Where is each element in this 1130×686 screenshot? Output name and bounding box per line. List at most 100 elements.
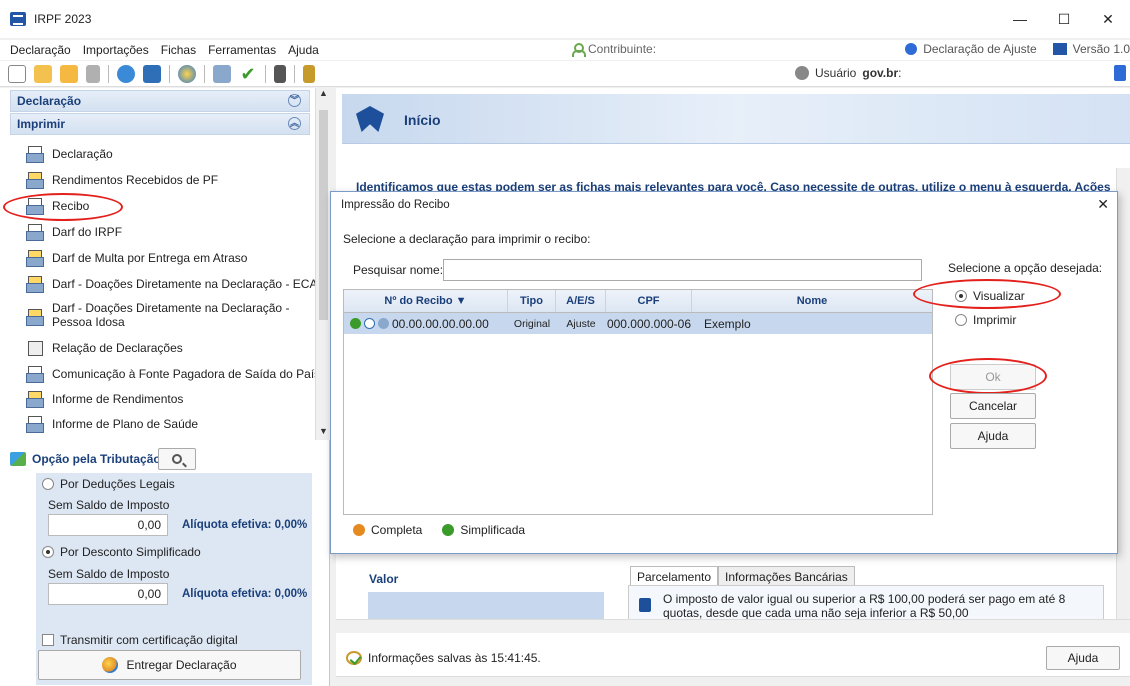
open-folder-icon[interactable] [34,64,52,83]
entregar-declaracao-button[interactable]: Entregar Declaração [38,650,301,680]
radio-desconto-simplificado[interactable]: Por Desconto Simplificado [42,545,201,559]
recibo-number: 00.00.00.00.00.00 [392,316,489,331]
menu-declaracao[interactable]: Declaração [10,43,71,57]
menu-fichas[interactable]: Fichas [161,43,196,57]
sidebar-item-comunicacao[interactable]: Comunicação à Fonte Pagadora de Saída do… [26,366,321,383]
cert-checkbox[interactable]: Transmitir com certificação digital [42,633,238,647]
saldo-label-2: Sem Saldo de Imposto [48,567,170,581]
tributacao-search-button[interactable] [158,448,196,470]
close-window-button[interactable]: ✕ [1086,0,1130,38]
printer-icon [26,276,44,293]
valor-box [368,592,604,622]
check-icon[interactable]: ✔ [239,65,257,83]
version-icon [1052,43,1067,55]
usuario-prefix: Usuário [815,66,857,80]
radio-deducoes-legais[interactable]: Por Deduções Legais [42,477,175,491]
chevron-up-icon[interactable]: ︽ [288,117,301,130]
scroll-thumb[interactable] [319,110,328,320]
cell-tipo: Original [513,317,551,330]
printer-icon [26,250,44,267]
declaration-info: Declaração de Ajuste Versão 1.0 [905,42,1130,56]
main-hscrollbar[interactable] [336,619,1130,633]
transmit-icon[interactable] [178,64,196,83]
scroll-up-icon[interactable]: ▲ [316,88,331,102]
toolbar-separator [294,64,295,83]
document-icon [26,340,44,356]
sidebar-item-declaracao[interactable]: Declaração [26,146,113,163]
sidebar-item-darf-irpf[interactable]: Darf do IRPF [26,224,123,241]
radio-imprimir[interactable]: Imprimir [955,313,1016,327]
help-book-icon[interactable] [303,64,315,83]
scroll-down-icon[interactable]: ▼ [316,426,331,440]
download-icon[interactable] [143,64,161,83]
ajuda-button[interactable]: Ajuda [1046,646,1120,670]
col-nome[interactable]: Nome [692,290,932,312]
menu-importacoes[interactable]: Importações [83,43,149,57]
bottom-hscrollbar[interactable] [336,676,1130,686]
radio-circle-selected[interactable] [42,546,54,558]
info-icon [639,598,651,612]
radio-circle[interactable] [42,478,54,490]
print-icon[interactable] [213,64,231,83]
legend: Completa Simplificada [353,523,525,537]
aliquota-1: Alíquota efetiva: 0,00% [182,519,308,531]
sidebar-item-darf-eca[interactable]: Darf - Doações Diretamente na Declaração… [26,276,317,293]
sidebar-item-label: Relação de Declarações [52,341,183,355]
trash-icon[interactable] [86,64,100,83]
user-avatar-icon [795,66,809,80]
tab-informacoes-bancarias[interactable]: Informações Bancárias [718,566,855,587]
maximize-button[interactable]: ☐ [1042,0,1086,38]
sidebar-scrollbar[interactable]: ▲ ▼ [315,88,330,440]
exit-icon[interactable] [1114,65,1126,81]
import-icon[interactable] [117,64,135,83]
section-imprimir[interactable]: Imprimir ︽ [10,113,310,135]
col-recibo[interactable]: Nº do Recibo ▼ [344,290,508,312]
sidebar-item-label-wrap: Darf - Doações Diretamente na Declaração… [52,301,289,329]
minimize-button[interactable]: — [998,0,1042,38]
search-icon [172,454,182,464]
section-declaracao[interactable]: Declaração ︾ [10,90,310,112]
close-icon[interactable]: ✕ [1097,196,1109,213]
calculator-icon[interactable] [274,64,286,83]
visualizar-highlight [913,279,1061,309]
usuario-govbr[interactable]: Usuário gov.br: [795,66,901,80]
sidebar-item-informe-saude[interactable]: Informe de Plano de Saúde [26,416,198,433]
printer-icon [26,366,44,383]
col-aes[interactable]: A/E/S [556,290,606,312]
menu-bar: Declaração Importações Fichas Ferramenta… [0,40,1130,60]
sidebar-item-darf-idosa[interactable]: Darf - Doações Diretamente na Declaração… [26,301,289,329]
folder-icon[interactable] [60,64,78,83]
left-panel: Declaração ︾ Imprimir ︽ Declaração Rendi… [0,88,330,686]
cell-cpf: 000.000.000-06 [606,316,692,331]
retificadora-icon [364,318,375,329]
chevron-down-icon[interactable]: ︾ [288,94,301,107]
col-tipo[interactable]: Tipo [508,290,556,312]
sidebar-item-label: Rendimentos Recebidos de PF [52,173,219,187]
radio-circle[interactable] [955,314,967,326]
dialog-ajuda-button[interactable]: Ajuda [950,423,1036,449]
cell-recibo: 00.00.00.00.00.00 [344,313,508,334]
tab-parcelamento[interactable]: Parcelamento [630,566,719,587]
menu-ajuda[interactable]: Ajuda [288,43,319,57]
parcelamento-text-1: O imposto de valor igual ou superior a R… [663,592,1066,606]
new-file-icon[interactable] [8,64,26,83]
imprimir-label: Imprimir [973,313,1017,327]
entregar-label: Entregar Declaração [126,658,237,672]
sidebar-item-rendimentos-pf[interactable]: Rendimentos Recebidos de PF [26,172,219,189]
sidebar-item-relacao[interactable]: Relação de Declarações [26,340,183,356]
table-row[interactable]: 00.00.00.00.00.00 Original Ajuste 000.00… [344,313,932,334]
menu-ferramentas[interactable]: Ferramentas [208,43,276,57]
sidebar-item-informe-rendimentos[interactable]: Informe de Rendimentos [26,391,183,408]
main-scrollbar[interactable] [1116,168,1130,628]
search-input[interactable] [443,259,922,281]
valor-label: Valor [369,572,399,586]
contribuinte-text: Contribuinte: [588,42,657,56]
cancelar-button[interactable]: Cancelar [950,393,1036,419]
desconto-value: 0,00 [48,583,168,605]
sidebar-item-label: Comunicação à Fonte Pagadora de Saída do… [52,367,321,381]
sidebar-item-darf-multa[interactable]: Darf de Multa por Entrega em Atraso [26,250,247,267]
col-cpf[interactable]: CPF [606,290,692,312]
checkbox-box[interactable] [42,634,54,646]
cell-nome: Exemplo [704,316,751,331]
sidebar-item-label: Darf do IRPF [52,225,123,239]
